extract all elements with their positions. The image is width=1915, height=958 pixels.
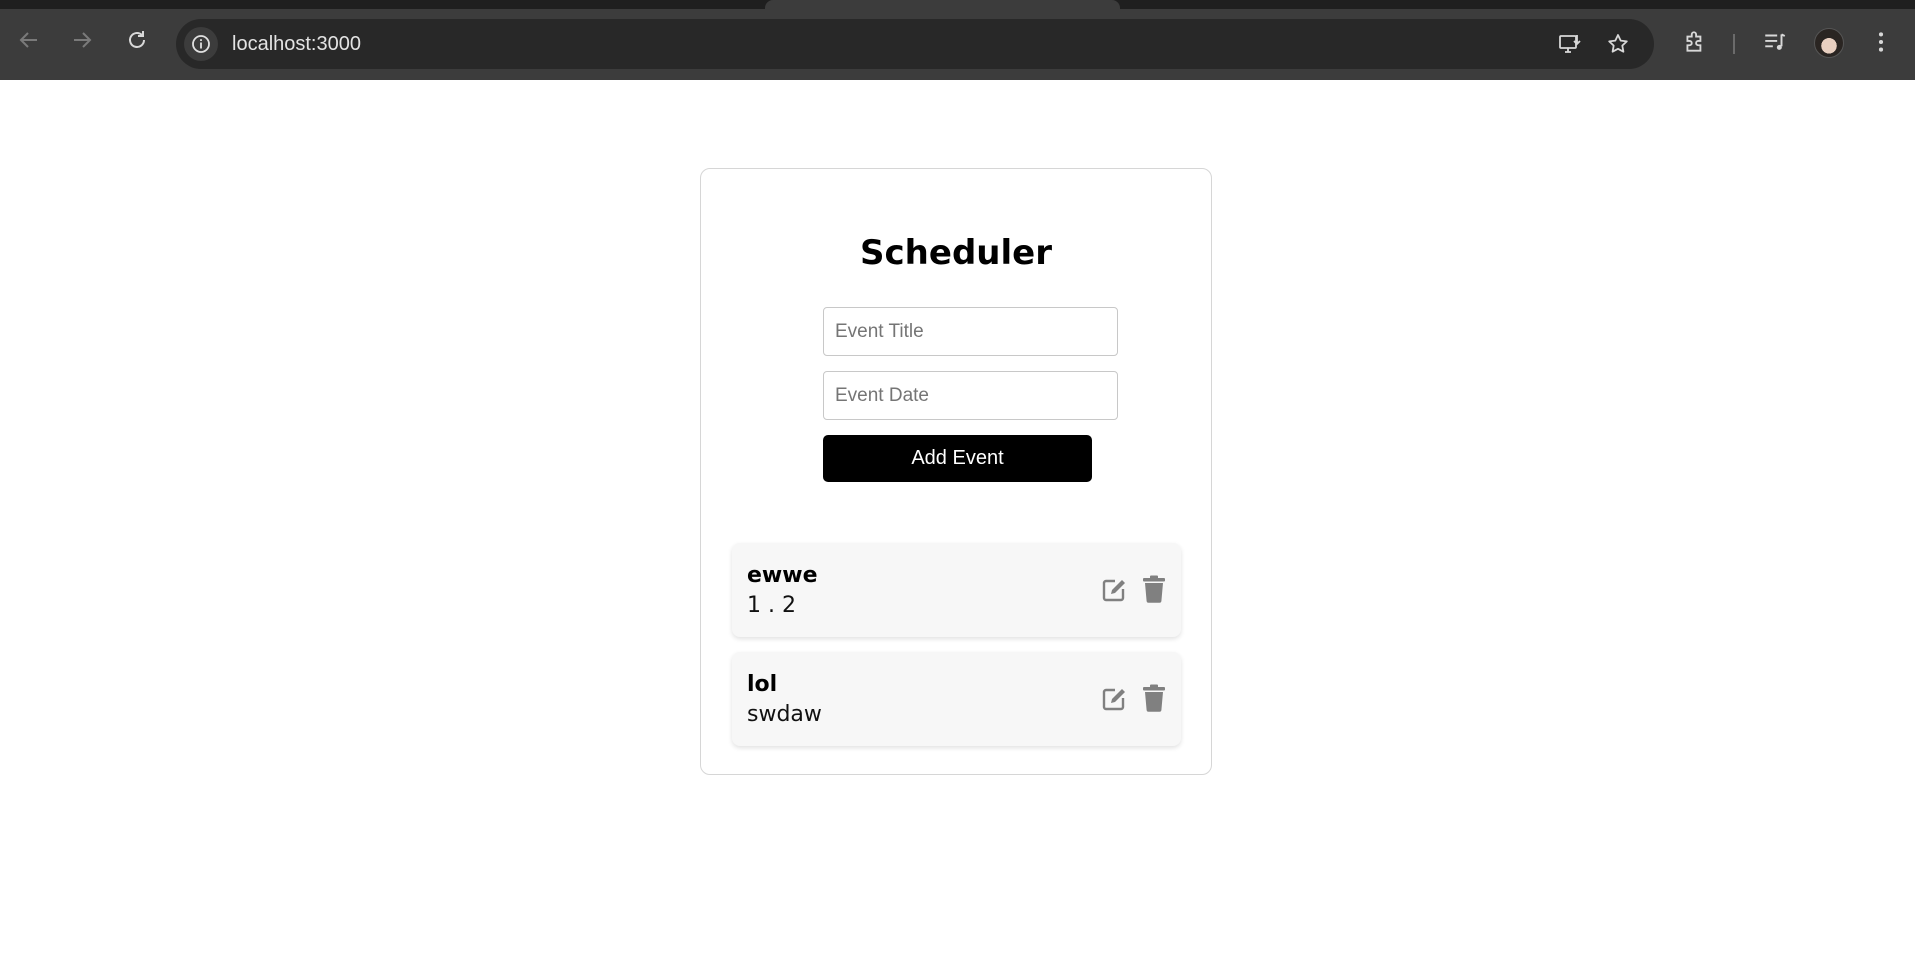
media-control-button[interactable]: [1762, 29, 1788, 55]
event-date-input[interactable]: [823, 371, 1118, 420]
arrow-right-icon: [74, 32, 92, 48]
url-text[interactable]: localhost:3000: [232, 33, 361, 56]
trash-icon[interactable]: [1142, 575, 1166, 603]
add-event-button[interactable]: Add Event: [823, 435, 1092, 482]
media-playlist-icon: [1765, 33, 1786, 50]
browser-menu-button[interactable]: [1868, 29, 1894, 55]
install-app-icon[interactable]: [1558, 32, 1582, 56]
reload-button[interactable]: [123, 26, 151, 54]
event-item: lol swdaw: [732, 652, 1181, 746]
arrow-left-icon: [19, 32, 37, 48]
kebab-menu-icon: [1878, 32, 1884, 52]
event-date: 1 . 2: [747, 593, 796, 618]
trash-icon[interactable]: [1142, 684, 1166, 712]
toolbar-separator: [1733, 34, 1735, 54]
event-item: ewwe 1 . 2: [732, 543, 1181, 637]
tab-strip: [0, 0, 1915, 9]
event-title-input[interactable]: [823, 307, 1118, 356]
active-tab[interactable]: [765, 0, 1120, 9]
back-button[interactable]: [15, 26, 43, 54]
site-info-button[interactable]: [184, 27, 218, 61]
extensions-button[interactable]: [1682, 29, 1708, 55]
info-icon: [192, 35, 210, 53]
profile-avatar[interactable]: [1814, 28, 1844, 58]
address-bar[interactable]: localhost:3000: [176, 19, 1654, 69]
forward-button[interactable]: [68, 26, 96, 54]
puzzle-icon: [1686, 31, 1702, 52]
page-title: Scheduler: [860, 233, 1052, 273]
browser-chrome: localhost:3000: [0, 0, 1915, 80]
scheduler-card: Scheduler Add Event ewwe 1 . 2 lol swdaw: [700, 168, 1212, 775]
edit-icon[interactable]: [1101, 686, 1127, 712]
event-title: lol: [747, 672, 778, 697]
event-date: swdaw: [747, 702, 822, 727]
event-title: ewwe: [747, 563, 818, 588]
browser-toolbar: localhost:3000: [0, 9, 1915, 80]
edit-icon[interactable]: [1101, 577, 1127, 603]
star-icon[interactable]: [1606, 32, 1630, 56]
reload-icon: [129, 31, 145, 48]
